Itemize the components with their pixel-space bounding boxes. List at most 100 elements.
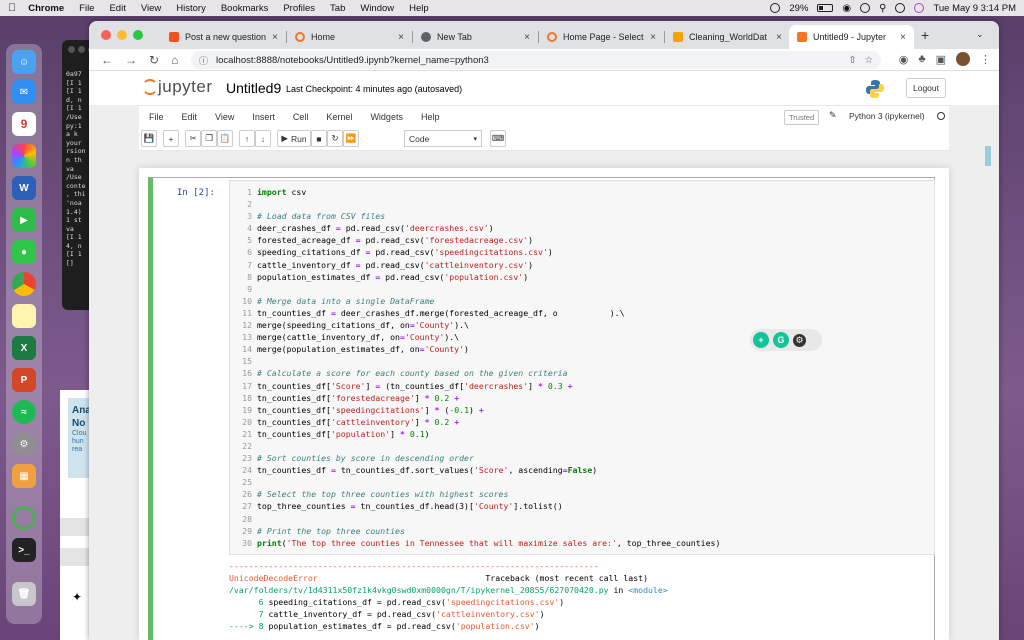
- nb-menu-edit[interactable]: Edit: [182, 112, 198, 122]
- kernel-name[interactable]: Python 3 (ipykernel): [849, 111, 925, 121]
- word-icon[interactable]: W: [12, 176, 36, 200]
- copy-button[interactable]: ❐: [201, 130, 217, 147]
- bookmark-star-icon[interactable]: ☆: [864, 55, 873, 66]
- progress-ring-icon[interactable]: [12, 506, 36, 530]
- nb-menu-widgets[interactable]: Widgets: [370, 112, 403, 122]
- forward-icon[interactable]: →: [125, 53, 137, 67]
- home-icon[interactable]: ⌂: [171, 53, 178, 67]
- search-icon[interactable]: ⚲: [879, 3, 886, 14]
- restart-run-all-button[interactable]: ⏩: [343, 130, 359, 147]
- menu-window[interactable]: Window: [360, 3, 394, 14]
- grammarly-status-icon[interactable]: [770, 3, 781, 13]
- notes-icon[interactable]: [12, 304, 36, 328]
- control-center-icon[interactable]: [895, 3, 906, 13]
- trusted-indicator[interactable]: Trusted: [784, 110, 820, 125]
- grammarly-logo-icon[interactable]: G: [773, 332, 789, 348]
- photos-icon[interactable]: [12, 144, 36, 168]
- settings-icon[interactable]: ⚙: [12, 432, 36, 456]
- chrome-menu-icon[interactable]: ⋮: [980, 53, 991, 66]
- save-button[interactable]: 💾: [141, 130, 157, 147]
- messages-icon[interactable]: ●: [12, 240, 36, 264]
- tab-close-icon[interactable]: ×: [900, 32, 906, 43]
- zoom-window-button[interactable]: [133, 30, 143, 40]
- calendar-icon[interactable]: 9: [12, 112, 36, 136]
- menu-bookmarks[interactable]: Bookmarks: [221, 3, 269, 14]
- tab-close-icon[interactable]: ×: [776, 32, 782, 43]
- menu-file[interactable]: File: [79, 3, 94, 14]
- nb-menu-kernel[interactable]: Kernel: [326, 112, 352, 122]
- move-down-button[interactable]: ↓: [255, 130, 271, 147]
- tab-close-icon[interactable]: ×: [272, 32, 278, 43]
- tab-untitled9[interactable]: Untitled9 - Jupyter ×: [789, 25, 914, 49]
- menu-tab[interactable]: Tab: [330, 3, 345, 14]
- tab-home-page-select[interactable]: Home Page - Select ×: [539, 25, 664, 49]
- grammarly-widget[interactable]: + G ⚙: [750, 329, 822, 351]
- interrupt-button[interactable]: ■: [311, 130, 327, 147]
- spotify-icon[interactable]: ≈: [12, 400, 36, 424]
- tab-close-icon[interactable]: ×: [650, 32, 656, 43]
- side-panel-icon[interactable]: ▣: [936, 53, 946, 66]
- profile-avatar[interactable]: [956, 52, 970, 66]
- apple-menu-icon[interactable]: : [8, 2, 16, 14]
- nb-menu-file[interactable]: File: [149, 112, 164, 122]
- excel-icon[interactable]: X: [12, 336, 36, 360]
- menu-edit[interactable]: Edit: [109, 3, 125, 14]
- nb-menu-cell[interactable]: Cell: [293, 112, 309, 122]
- twitter-icon[interactable]: ✦: [72, 590, 82, 604]
- terminal-icon[interactable]: >_: [12, 538, 36, 562]
- launchpad-icon[interactable]: ▦: [12, 464, 36, 488]
- tab-cleaning-worlddata[interactable]: Cleaning_WorldDat ×: [665, 25, 790, 49]
- nb-menu-view[interactable]: View: [215, 112, 234, 122]
- clock[interactable]: Tue May 9 3:14 PM: [933, 3, 1016, 14]
- insert-cell-button[interactable]: +: [163, 130, 179, 147]
- menu-app-name[interactable]: Chrome: [28, 3, 64, 14]
- tab-close-icon[interactable]: ×: [524, 32, 530, 43]
- code-editor[interactable]: 1 2 3 4 5 6 7 8 9 10 11 12 13 14 15 16 17 18 19 20 21 22 23 24 2…: [229, 180, 935, 555]
- finder-icon[interactable]: ☺: [12, 50, 36, 74]
- menu-help[interactable]: Help: [409, 3, 429, 14]
- paste-button[interactable]: 📋: [217, 130, 233, 147]
- menu-view[interactable]: View: [141, 3, 161, 14]
- tab-search-chevron-icon[interactable]: ⌄: [976, 29, 984, 40]
- menu-history[interactable]: History: [176, 3, 206, 14]
- cell-type-select[interactable]: Code ▾: [404, 130, 482, 147]
- facetime-icon[interactable]: ▶: [12, 208, 36, 232]
- notebook-name[interactable]: Untitled9: [226, 80, 281, 96]
- command-palette-button[interactable]: ⌨: [490, 130, 506, 147]
- logout-button[interactable]: Logout: [906, 78, 946, 98]
- mail-icon[interactable]: ✉: [12, 80, 36, 104]
- move-up-button[interactable]: ↑: [239, 130, 255, 147]
- wifi-icon[interactable]: ◉: [842, 3, 851, 14]
- trash-icon[interactable]: 🗑: [12, 582, 36, 606]
- chrome-icon[interactable]: [12, 272, 36, 296]
- back-icon[interactable]: ←: [101, 53, 113, 67]
- cut-button[interactable]: ✂: [185, 130, 201, 147]
- share-icon[interactable]: ⇧: [849, 55, 857, 66]
- nb-menu-insert[interactable]: Insert: [252, 112, 275, 122]
- tab-home[interactable]: Home ×: [287, 25, 412, 49]
- grammarly-extension-icon[interactable]: ◉: [899, 53, 909, 66]
- powerpoint-icon[interactable]: P: [12, 368, 36, 392]
- tab-close-icon[interactable]: ×: [398, 32, 404, 43]
- run-button[interactable]: ▶ Run: [277, 130, 311, 147]
- user-icon[interactable]: [860, 3, 871, 13]
- code-text[interactable]: import csv​# Load data from CSV filesdee…: [257, 186, 720, 549]
- siri-icon[interactable]: [914, 3, 925, 13]
- address-bar[interactable]: ⓘ localhost:8888/notebooks/Untitled9.ipy…: [191, 51, 881, 69]
- battery-icon[interactable]: [817, 4, 834, 12]
- tab-post-question[interactable]: Post a new question ×: [161, 25, 286, 49]
- close-window-button[interactable]: [101, 30, 111, 40]
- new-tab-button[interactable]: +: [921, 27, 929, 43]
- site-info-icon[interactable]: ⓘ: [199, 54, 208, 67]
- reload-icon[interactable]: ↻: [149, 53, 159, 67]
- restart-button[interactable]: ↻: [327, 130, 343, 147]
- minimize-window-button[interactable]: [117, 30, 127, 40]
- extensions-puzzle-icon[interactable]: ♣: [918, 53, 925, 65]
- menu-profiles[interactable]: Profiles: [283, 3, 315, 14]
- grammarly-settings-icon[interactable]: ⚙: [793, 333, 806, 347]
- jupyter-logo[interactable]: jupyter: [141, 77, 213, 97]
- code-cell[interactable]: In [2]: 1 2 3 4 5 6 7 8 9 10 11 12 13 14 15 16 17 18 19 20 2…: [148, 177, 935, 640]
- grammarly-add-icon[interactable]: +: [753, 332, 769, 348]
- tab-new-tab[interactable]: New Tab ×: [413, 25, 538, 49]
- nb-menu-help[interactable]: Help: [421, 112, 440, 122]
